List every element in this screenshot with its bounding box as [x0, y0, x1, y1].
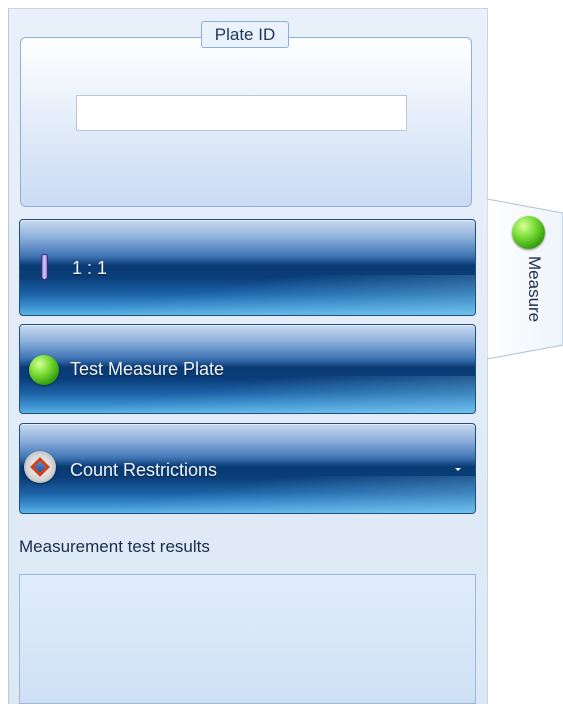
test-tube-icon [41, 254, 48, 280]
bar-shine [20, 275, 475, 315]
test-measure-plate-label: Test Measure Plate [70, 359, 225, 379]
count-restrictions-label: Count Restrictions [70, 460, 218, 480]
plate-id-input[interactable] [76, 95, 407, 131]
measure-tab-label: Measure [525, 256, 544, 323]
dilution-label: 1 : 1 [72, 258, 108, 278]
green-status-icon [29, 355, 59, 385]
bar-shine [20, 376, 475, 413]
measurement-results-label: Measurement test results [19, 537, 210, 556]
chevron-down-icon [455, 468, 461, 471]
green-status-icon [512, 216, 545, 249]
restriction-diamond-shape [30, 457, 50, 477]
count-restrictions-dropdown[interactable]: Count Restrictions [19, 423, 476, 514]
restriction-diamond-icon [24, 451, 56, 483]
plate-id-legend: Plate ID [201, 21, 289, 48]
measure-side-tab[interactable]: Measure [487, 199, 563, 359]
bar-shine [20, 475, 475, 513]
dilution-button[interactable]: 1 : 1 [19, 219, 476, 316]
measurement-results-box [19, 574, 476, 704]
test-measure-plate-button[interactable]: Test Measure Plate [19, 324, 476, 414]
